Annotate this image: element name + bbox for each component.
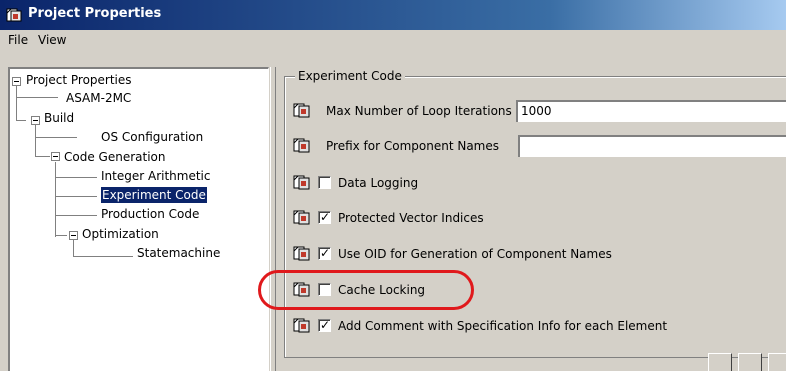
tree-item-optimization[interactable]: Optimization: [82, 226, 159, 242]
add-comment-label: Add Comment with Specification Info for …: [338, 319, 668, 333]
protected-vector-indices-label: Protected Vector Indices: [338, 211, 484, 225]
properties-page-icon: [293, 208, 311, 226]
title-bar[interactable]: Project Properties: [0, 0, 786, 30]
properties-tree[interactable]: Project Properties ASAM-2MC Build OS Con…: [8, 67, 269, 371]
properties-icon: [6, 7, 22, 23]
max-loop-iterations-label: Max Number of Loop Iterations: [326, 104, 512, 118]
max-loop-iterations-input[interactable]: 1000: [516, 100, 786, 122]
checkmark-icon: ✓: [320, 246, 331, 260]
restore-page-button[interactable]: [738, 353, 762, 371]
tree-item-asam-2mc[interactable]: ASAM-2MC: [66, 90, 131, 106]
use-oid-checkbox[interactable]: ✓: [318, 246, 331, 260]
add-comment-checkbox[interactable]: ✓: [318, 318, 331, 332]
tree-item-os-configuration[interactable]: OS Configuration: [101, 129, 203, 145]
tree-item-code-generation[interactable]: Code Generation: [64, 149, 165, 165]
properties-page-icon: [293, 316, 311, 334]
menu-view[interactable]: View: [38, 33, 66, 47]
expand-build[interactable]: [31, 116, 40, 125]
menu-file[interactable]: File: [8, 33, 28, 47]
protected-vector-indices-checkbox[interactable]: ✓: [318, 210, 331, 224]
properties-page-icon: [293, 136, 311, 154]
expand-code-generation[interactable]: [51, 152, 60, 161]
tree-item-project-properties[interactable]: Project Properties: [26, 72, 132, 88]
panel-splitter[interactable]: [270, 67, 276, 371]
checkmark-icon: ✓: [320, 318, 331, 332]
tree-item-statemachine[interactable]: Statemachine: [137, 245, 220, 261]
properties-page-icon: [293, 173, 311, 191]
tree-item-production-code[interactable]: Production Code: [101, 206, 199, 222]
data-logging-checkbox[interactable]: [318, 176, 331, 189]
tree-item-build[interactable]: Build: [44, 110, 74, 126]
properties-page-icon: [293, 101, 311, 119]
prefix-component-names-label: Prefix for Component Names: [326, 139, 500, 153]
tree-item-integer-arithmetic[interactable]: Integer Arithmetic: [101, 168, 210, 184]
extra-page-button[interactable]: [768, 353, 786, 371]
expand-optimization[interactable]: [69, 231, 78, 240]
group-title: Experiment Code: [295, 69, 405, 83]
apply-page-button[interactable]: [708, 353, 732, 371]
prefix-component-names-input[interactable]: [518, 135, 786, 157]
menu-bar: File View: [0, 30, 786, 52]
window-title: Project Properties: [28, 6, 162, 21]
settings-panel: Experiment Code Max Number of Loop Itera…: [278, 67, 786, 371]
checkmark-icon: ✓: [320, 210, 331, 224]
cache-locking-highlight-ring: [258, 270, 474, 310]
project-properties-window: Project Properties File View Project Pro…: [0, 0, 786, 371]
use-oid-label: Use OID for Generation of Component Name…: [338, 247, 612, 261]
data-logging-label: Data Logging: [338, 176, 419, 190]
expand-project-properties[interactable]: [12, 77, 21, 86]
properties-page-icon: [293, 244, 311, 262]
tree-item-experiment-code[interactable]: Experiment Code: [101, 187, 207, 203]
